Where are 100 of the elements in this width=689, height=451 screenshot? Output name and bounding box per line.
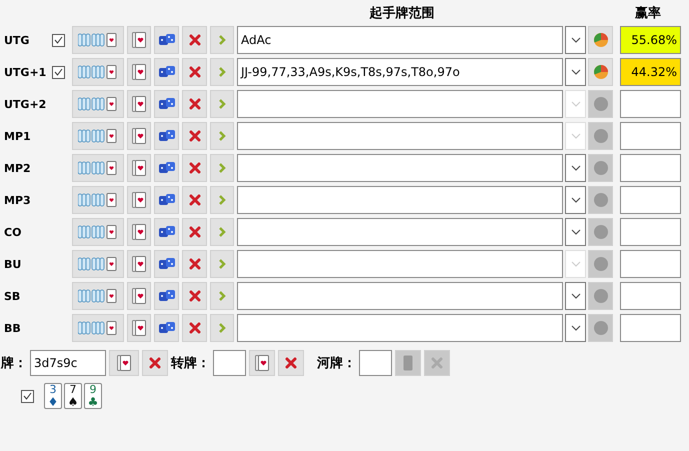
chart-button[interactable] (588, 58, 613, 86)
range-matrix-button[interactable] (72, 218, 124, 246)
random-button[interactable] (154, 186, 179, 214)
clear-button[interactable] (182, 58, 207, 86)
caret-icon (570, 325, 580, 331)
dropdown-button[interactable] (565, 186, 586, 214)
equity-field (620, 122, 681, 150)
arrow-right-icon (218, 323, 226, 333)
clear-icon (188, 322, 200, 334)
clear-icon (188, 34, 200, 46)
random-button[interactable] (154, 58, 179, 86)
chart-button[interactable] (588, 26, 613, 54)
clear-button[interactable] (182, 250, 207, 278)
arrow-right-icon (218, 99, 226, 109)
range-field[interactable]: AdAc (237, 26, 563, 54)
card-picker-button[interactable] (127, 314, 151, 342)
circle-icon (592, 96, 608, 112)
range-matrix-button[interactable] (72, 58, 124, 86)
random-button[interactable] (154, 154, 179, 182)
random-button[interactable] (154, 314, 179, 342)
clear-icon (188, 98, 200, 110)
range-matrix-button[interactable] (72, 314, 124, 342)
range-field[interactable] (237, 218, 563, 246)
caret-icon (570, 229, 580, 235)
clear-button[interactable] (182, 154, 207, 182)
flop-field[interactable]: 3d7s9c (30, 350, 106, 376)
card-picker-button[interactable] (127, 58, 151, 86)
clear-icon (149, 357, 161, 369)
caret-icon (570, 133, 580, 139)
random-button[interactable] (154, 122, 179, 150)
card-picker-button[interactable] (127, 218, 151, 246)
card-picker-button[interactable] (127, 186, 151, 214)
card-picker-button[interactable] (127, 122, 151, 150)
arrow-right-icon (218, 291, 226, 301)
dropdown-button[interactable] (565, 282, 586, 310)
position-label: MP2 (3, 162, 32, 174)
card-picker-button[interactable] (127, 154, 151, 182)
circle-icon (592, 192, 608, 208)
range-field[interactable] (237, 90, 563, 118)
circle-icon (592, 128, 608, 144)
card-picker-button[interactable] (127, 250, 151, 278)
clear-button[interactable] (182, 282, 207, 310)
range-matrix-button[interactable] (72, 26, 124, 54)
range-field[interactable] (237, 282, 563, 310)
random-button[interactable] (154, 250, 179, 278)
range-field[interactable] (237, 154, 563, 182)
card-icon (403, 355, 413, 371)
range-matrix-button[interactable] (72, 250, 124, 278)
river-field[interactable] (359, 350, 392, 376)
position-label: UTG+2 (3, 98, 48, 110)
clear-button[interactable] (182, 218, 207, 246)
dropdown-button[interactable] (565, 26, 586, 54)
card-picker-button[interactable] (127, 90, 151, 118)
random-button[interactable] (154, 26, 179, 54)
clear-button[interactable] (182, 314, 207, 342)
card-picker-button[interactable] (109, 350, 139, 376)
random-button[interactable] (154, 282, 179, 310)
checkbox[interactable] (52, 34, 65, 46)
clear-button[interactable] (278, 350, 304, 376)
clear-button[interactable] (182, 122, 207, 150)
dropdown-button[interactable] (565, 154, 586, 182)
dice-icon (158, 193, 176, 207)
dropdown-button[interactable] (565, 218, 586, 246)
range-matrix-button[interactable] (72, 122, 124, 150)
dropdown-button[interactable] (565, 58, 586, 86)
dice-icon (158, 257, 176, 271)
clear-button[interactable] (182, 90, 207, 118)
range-field[interactable] (237, 314, 563, 342)
checkbox[interactable] (21, 390, 34, 402)
clear-button[interactable] (182, 26, 207, 54)
range-field[interactable]: JJ-99,77,33,A9s,K9s,T8s,97s,T8o,97o (237, 58, 563, 86)
range-field[interactable] (237, 186, 563, 214)
card-picker-button[interactable] (249, 350, 275, 376)
clear-icon (188, 290, 200, 302)
clear-button[interactable] (142, 350, 168, 376)
range-field[interactable] (237, 122, 563, 150)
random-button[interactable] (154, 218, 179, 246)
caret-icon (570, 197, 580, 203)
range-matrix-button[interactable] (72, 154, 124, 182)
range-matrix-button[interactable] (72, 282, 124, 310)
card-picker-button[interactable] (127, 282, 151, 310)
equity-field: 55.68% (620, 26, 681, 54)
range-matrix-button[interactable] (72, 186, 124, 214)
dice-icon (158, 65, 176, 79)
random-button[interactable] (154, 90, 179, 118)
position-label: UTG (3, 34, 30, 46)
caret-icon (570, 37, 580, 43)
playing-card: 9 ♣ (84, 383, 102, 409)
chips-card-icon (78, 321, 118, 335)
dice-icon (158, 161, 176, 175)
clear-icon (188, 226, 200, 238)
range-field[interactable] (237, 250, 563, 278)
range-matrix-button[interactable] (72, 90, 124, 118)
turn-field[interactable] (213, 350, 246, 376)
card-picker-button[interactable] (127, 26, 151, 54)
checkbox[interactable] (52, 66, 65, 78)
card-icon (132, 320, 146, 336)
dropdown-button[interactable] (565, 314, 586, 342)
clear-button[interactable] (182, 186, 207, 214)
pie-chart-icon (592, 32, 608, 48)
